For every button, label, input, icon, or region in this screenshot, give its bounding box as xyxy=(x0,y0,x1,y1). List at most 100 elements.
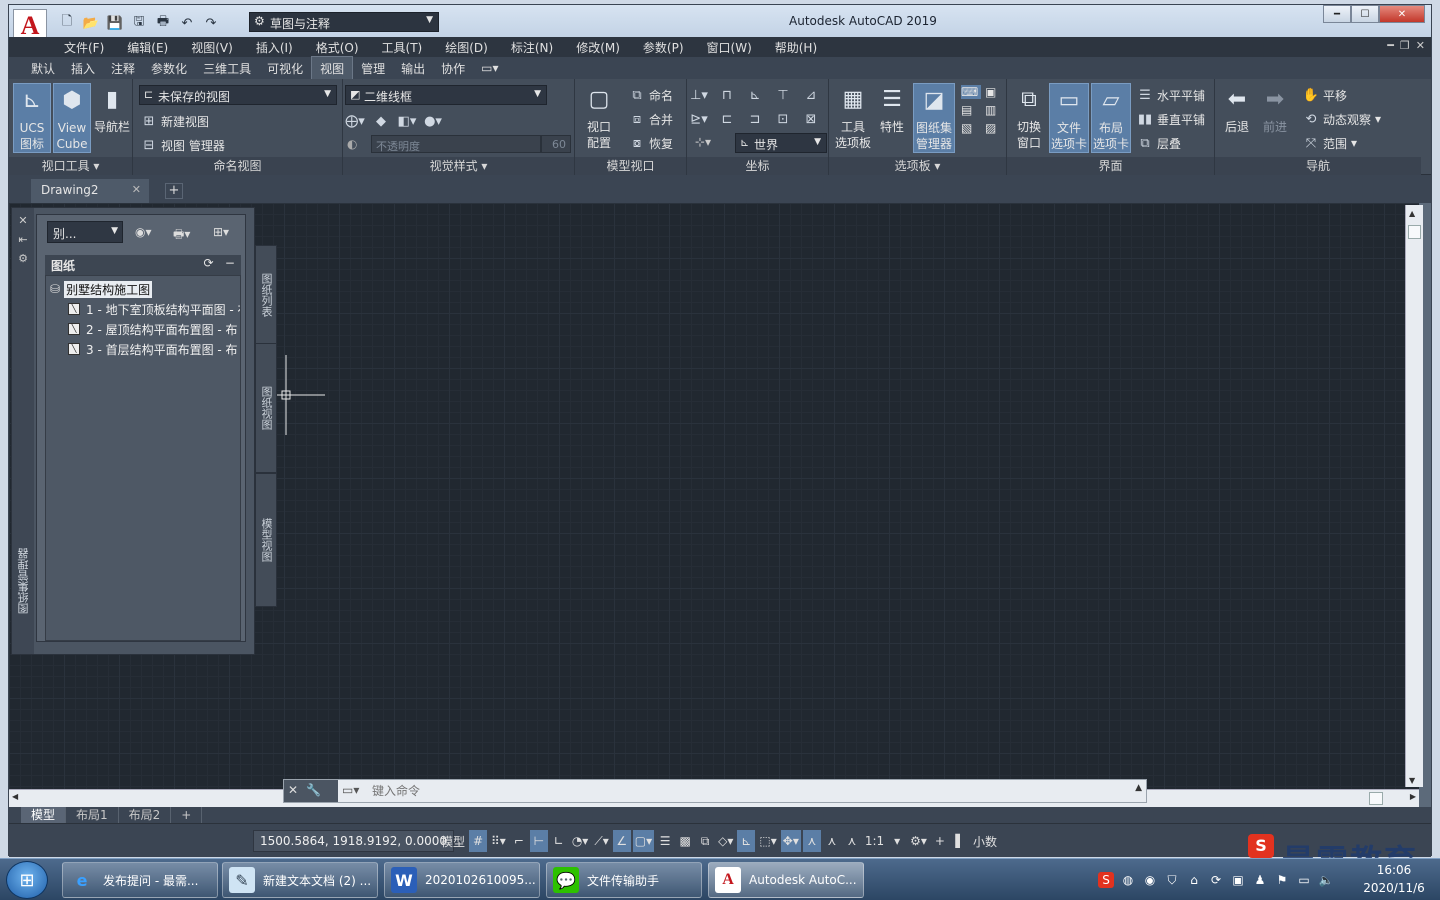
orbit-button[interactable]: ⟲ 动态观察 ▾ xyxy=(1303,109,1382,129)
tab-visualize[interactable]: 可视化 xyxy=(259,57,311,80)
3d-osnap-icon[interactable]: ◇▾ xyxy=(716,830,735,852)
isodraft-icon[interactable]: ⟋▾ xyxy=(592,830,610,852)
close-icon[interactable]: ✕ xyxy=(132,183,141,196)
dynamic-input-icon[interactable]: ⊢ xyxy=(529,830,548,852)
command-input[interactable] xyxy=(372,782,1112,800)
viewport-join-button[interactable]: ⧈ 合并 xyxy=(629,109,673,129)
auto-scale-icon[interactable]: ⋏ xyxy=(823,830,841,852)
tab-default[interactable]: 默认 xyxy=(23,57,63,80)
taskbar-item-browser[interactable]: e 发布提问 - 最需... xyxy=(62,862,218,898)
sogou-tray-icon[interactable]: S xyxy=(1098,872,1114,888)
viewport-name-button[interactable]: ⧉ 命名 xyxy=(629,85,673,105)
ucs-named-icon[interactable]: ⊹▾ xyxy=(695,135,711,149)
panel-label[interactable]: 视口工具 ▾ xyxy=(9,157,132,175)
tab-view[interactable]: 视图 xyxy=(311,56,354,80)
tab-sheet-views[interactable]: 图纸视图 xyxy=(255,343,277,473)
taskbar-item-wechat[interactable]: 💬 文件传输助手 xyxy=(546,862,702,898)
view-manager-button[interactable]: ⊟ 视图 管理器 xyxy=(141,135,225,155)
selection-cycling-icon[interactable]: ⧉ xyxy=(696,830,714,852)
tile-horizontal-button[interactable]: ☰ 水平平铺 xyxy=(1137,85,1205,105)
save-icon[interactable]: 💾 xyxy=(105,14,125,32)
palette-titlebar[interactable]: ✕ ⇤ ⚙ 图纸集管理器 xyxy=(12,208,34,654)
doc-minimize-icon[interactable]: ━ xyxy=(1387,39,1394,52)
tab-insert[interactable]: 插入 xyxy=(63,57,103,80)
sheet-options-icon[interactable]: ⊞▾ xyxy=(213,225,229,239)
ucs-view-icon[interactable]: ⊤ xyxy=(775,87,791,103)
ucs-icon-button[interactable]: ⊾ UCS 图标 xyxy=(13,83,51,153)
menu-edit[interactable]: 编辑(E) xyxy=(127,39,168,56)
flag-icon[interactable]: ⚑ xyxy=(1274,872,1290,888)
publish-icon[interactable]: ◉▾ xyxy=(135,225,152,239)
back-button[interactable]: ⬅ 后退 xyxy=(1219,83,1255,135)
menu-modify[interactable]: 修改(M) xyxy=(576,39,620,56)
object-snap-tracking-icon[interactable]: ∠ xyxy=(612,830,631,852)
new-tab-button[interactable]: + xyxy=(165,183,183,199)
doc-close-icon[interactable]: ✕ xyxy=(1416,39,1425,52)
forward-button[interactable]: ➡ 前进 xyxy=(1257,83,1293,135)
calculator-icon[interactable]: ▥ xyxy=(985,103,1005,117)
taskbar-clock[interactable]: 16:06 2020/11/6 xyxy=(1356,861,1432,897)
scroll-right-icon[interactable]: ▶ xyxy=(1410,792,1416,801)
file-tabs-button[interactable]: ▭ 文件 选项卡 xyxy=(1049,83,1089,153)
maximize-button[interactable]: ☐ xyxy=(1351,5,1379,23)
shade-icon[interactable]: ◆ xyxy=(373,113,389,129)
menu-format[interactable]: 格式(O) xyxy=(316,39,359,56)
ucs-x-icon[interactable]: ⊏ xyxy=(719,111,735,127)
minimize-button[interactable]: ━ xyxy=(1323,5,1351,23)
ucs-object-icon[interactable]: ⊵▾ xyxy=(690,111,707,127)
tab-sheet-list[interactable]: 图纸列表 xyxy=(255,245,277,345)
opacity-field[interactable]: 不透明度 xyxy=(371,135,541,153)
color-icon[interactable]: ◧▾ xyxy=(398,113,417,129)
autohide-icon[interactable]: ⇤ xyxy=(12,233,34,246)
tab-parametric[interactable]: 参数化 xyxy=(143,57,195,80)
tile-vertical-button[interactable]: ▮▮ 垂直平铺 xyxy=(1137,109,1205,129)
object-snap-icon[interactable]: ▢▾ xyxy=(632,830,655,852)
units-value[interactable]: 小数 xyxy=(971,830,999,852)
new-view-button[interactable]: ⊞ 新建视图 xyxy=(141,111,209,131)
wrench-icon[interactable]: 🔧 xyxy=(306,783,321,799)
menu-tools[interactable]: 工具(T) xyxy=(382,39,423,56)
workspace-gear-icon[interactable]: ⚙▾ xyxy=(908,830,929,852)
annotation-monitor-icon[interactable]: + xyxy=(931,830,949,852)
tool-palettes-button[interactable]: ▦ 工具 选项板 xyxy=(833,83,873,151)
scroll-left-icon[interactable]: ◀ xyxy=(12,792,18,801)
transparency-icon[interactable]: ▩ xyxy=(676,830,694,852)
nvidia-icon[interactable]: ▣ xyxy=(1230,872,1246,888)
snap-icon[interactable]: ⠿▾ xyxy=(489,830,508,852)
viewcube-button[interactable]: ⬢ View Cube xyxy=(53,83,91,153)
tab-collaborate[interactable]: 协作 xyxy=(433,57,473,80)
taskbar-item-autocad[interactable]: A Autodesk AutoC... xyxy=(708,862,864,898)
navbar-button[interactable]: ▮ 导航栏 xyxy=(93,83,131,135)
properties-icon[interactable]: ⚙ xyxy=(12,252,34,265)
design-center-icon[interactable]: ▣ xyxy=(985,85,1005,99)
ucs-select[interactable]: ⊾ 世界 ▼ xyxy=(735,133,827,153)
switch-window-button[interactable]: ⧉ 切换 窗口 xyxy=(1009,83,1049,151)
scroll-up-icon[interactable]: ▲ xyxy=(1409,209,1415,218)
infer-constraints-icon[interactable]: ⌐ xyxy=(510,830,528,852)
open-file-icon[interactable]: 📂 xyxy=(81,14,101,32)
volume-icon[interactable]: 🔈 xyxy=(1318,872,1334,888)
gizmo-icon[interactable]: ✥▾ xyxy=(780,830,801,852)
ucs-z-icon[interactable]: ⊿ xyxy=(803,87,819,103)
panel-label[interactable]: 选项板 ▾ xyxy=(829,157,1006,175)
markup-icon[interactable]: ▤ xyxy=(961,103,981,117)
weibo-tray-icon[interactable]: ◉ xyxy=(1142,872,1158,888)
workspace-select[interactable]: ⚙ 草图与注释 ▼ xyxy=(249,12,439,32)
grid-icon[interactable]: # xyxy=(469,830,488,852)
annotation-visibility-icon[interactable]: ⋏ xyxy=(802,830,821,852)
tab-output[interactable]: 输出 xyxy=(393,57,433,80)
ucs-icon[interactable]: ⊥▾ xyxy=(690,87,708,103)
ucs-face-icon[interactable]: ⊡ xyxy=(775,111,791,127)
pan-button[interactable]: ✋ 平移 xyxy=(1303,85,1347,105)
dynamic-ucs-icon[interactable]: ⊾ xyxy=(737,830,756,852)
refresh-icon[interactable]: ⟳ − xyxy=(203,256,235,270)
cascade-button[interactable]: ⧉ 层叠 xyxy=(1137,133,1181,153)
menu-dimension[interactable]: 标注(N) xyxy=(511,39,553,56)
extents-button[interactable]: ⤧ 范围 ▾ xyxy=(1303,133,1357,153)
layout-tabs-button[interactable]: ▱ 布局 选项卡 xyxy=(1091,83,1131,153)
selection-filter-icon[interactable]: ⬚▾ xyxy=(757,830,778,852)
save-as-icon[interactable]: 🖫 xyxy=(129,14,149,32)
sheet-set-select[interactable]: 别... ▼ xyxy=(47,221,123,243)
menu-help[interactable]: 帮助(H) xyxy=(775,39,817,56)
properties-button[interactable]: ☰ 特性 xyxy=(875,83,909,135)
